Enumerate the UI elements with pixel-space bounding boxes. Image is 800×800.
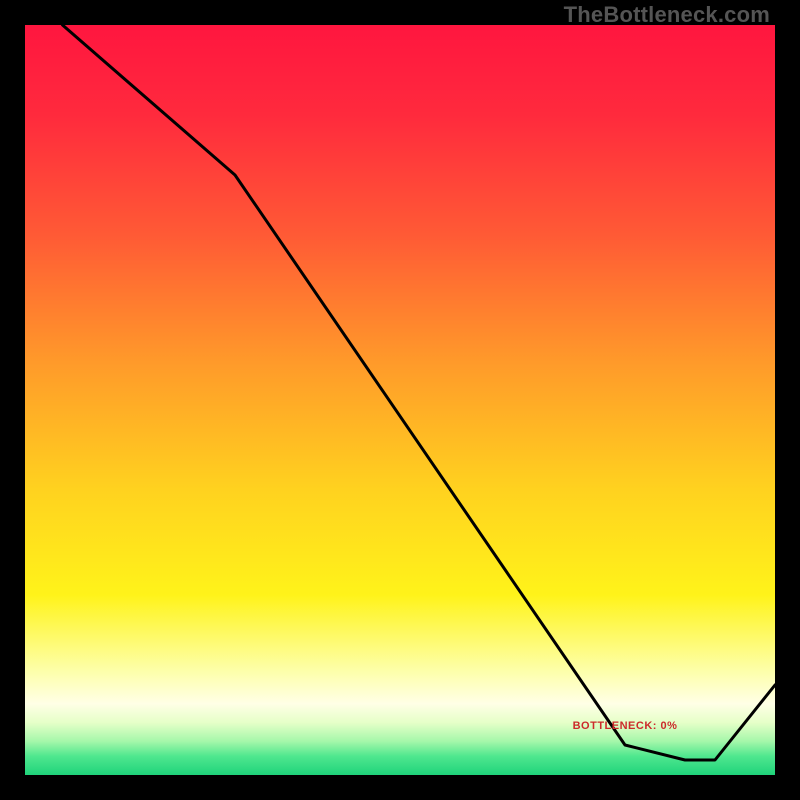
bottleneck-chart bbox=[25, 25, 775, 775]
chart-frame: BOTTLENECK: 0% bbox=[25, 25, 775, 775]
optimum-annotation: BOTTLENECK: 0% bbox=[573, 720, 678, 732]
gradient-background bbox=[25, 25, 775, 775]
